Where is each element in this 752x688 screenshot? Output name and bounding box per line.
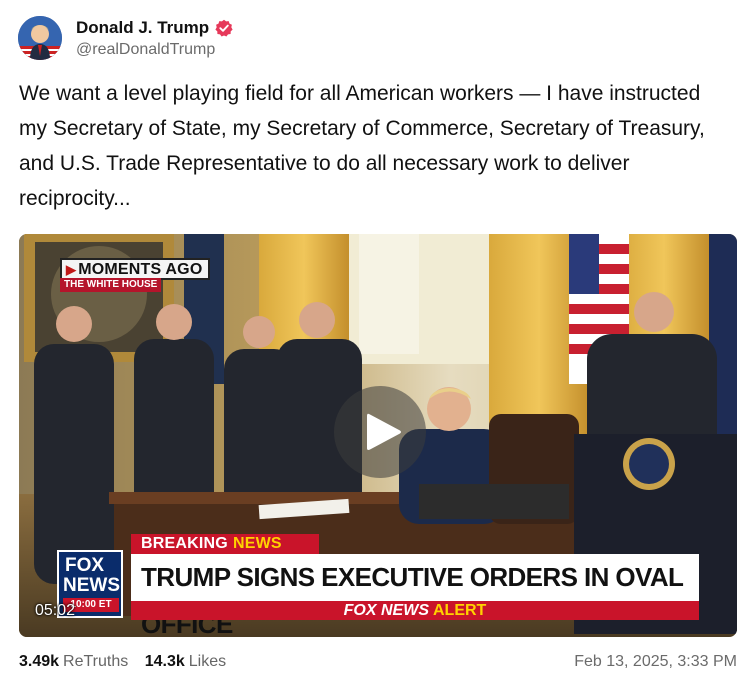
play-icon bbox=[367, 413, 401, 450]
video-timestamp: 05:02 bbox=[35, 602, 76, 619]
moments-ago-tag: ▶ MOMENTS AGO bbox=[60, 258, 211, 280]
post-date[interactable]: Feb 13, 2025, 3:33 PM bbox=[574, 651, 737, 673]
post-header: Donald J. Trump @realDonaldTrump bbox=[18, 16, 233, 60]
post-text: We want a level playing field for all Am… bbox=[19, 82, 705, 210]
avatar[interactable] bbox=[18, 16, 62, 60]
retruths-stat[interactable]: 3.49k ReTruths bbox=[19, 651, 128, 673]
likes-stat[interactable]: 14.3k Likes bbox=[145, 651, 226, 673]
video-player[interactable]: ▶ MOMENTS AGO THE WHITE HOUSE BREAKING NEW… bbox=[19, 234, 737, 637]
location-tag: THE WHITE HOUSE bbox=[60, 278, 162, 292]
headline-chyron: TRUMP SIGNS EXECUTIVE ORDERS IN OVAL OFF… bbox=[131, 554, 699, 637]
post-footer: 3.49k ReTruths 14.3k Likes Feb 13, 2025, 3… bbox=[19, 651, 737, 673]
author-handle[interactable]: @realDonaldTrump bbox=[76, 41, 233, 59]
play-button[interactable] bbox=[334, 386, 426, 478]
fox-news-alert-bar: FOX NEWS ALERT bbox=[131, 601, 699, 620]
verified-badge-icon bbox=[215, 19, 233, 37]
author-display-name[interactable]: Donald J. Trump bbox=[76, 18, 209, 38]
breaking-news-banner: BREAKING NEWS bbox=[131, 534, 319, 554]
